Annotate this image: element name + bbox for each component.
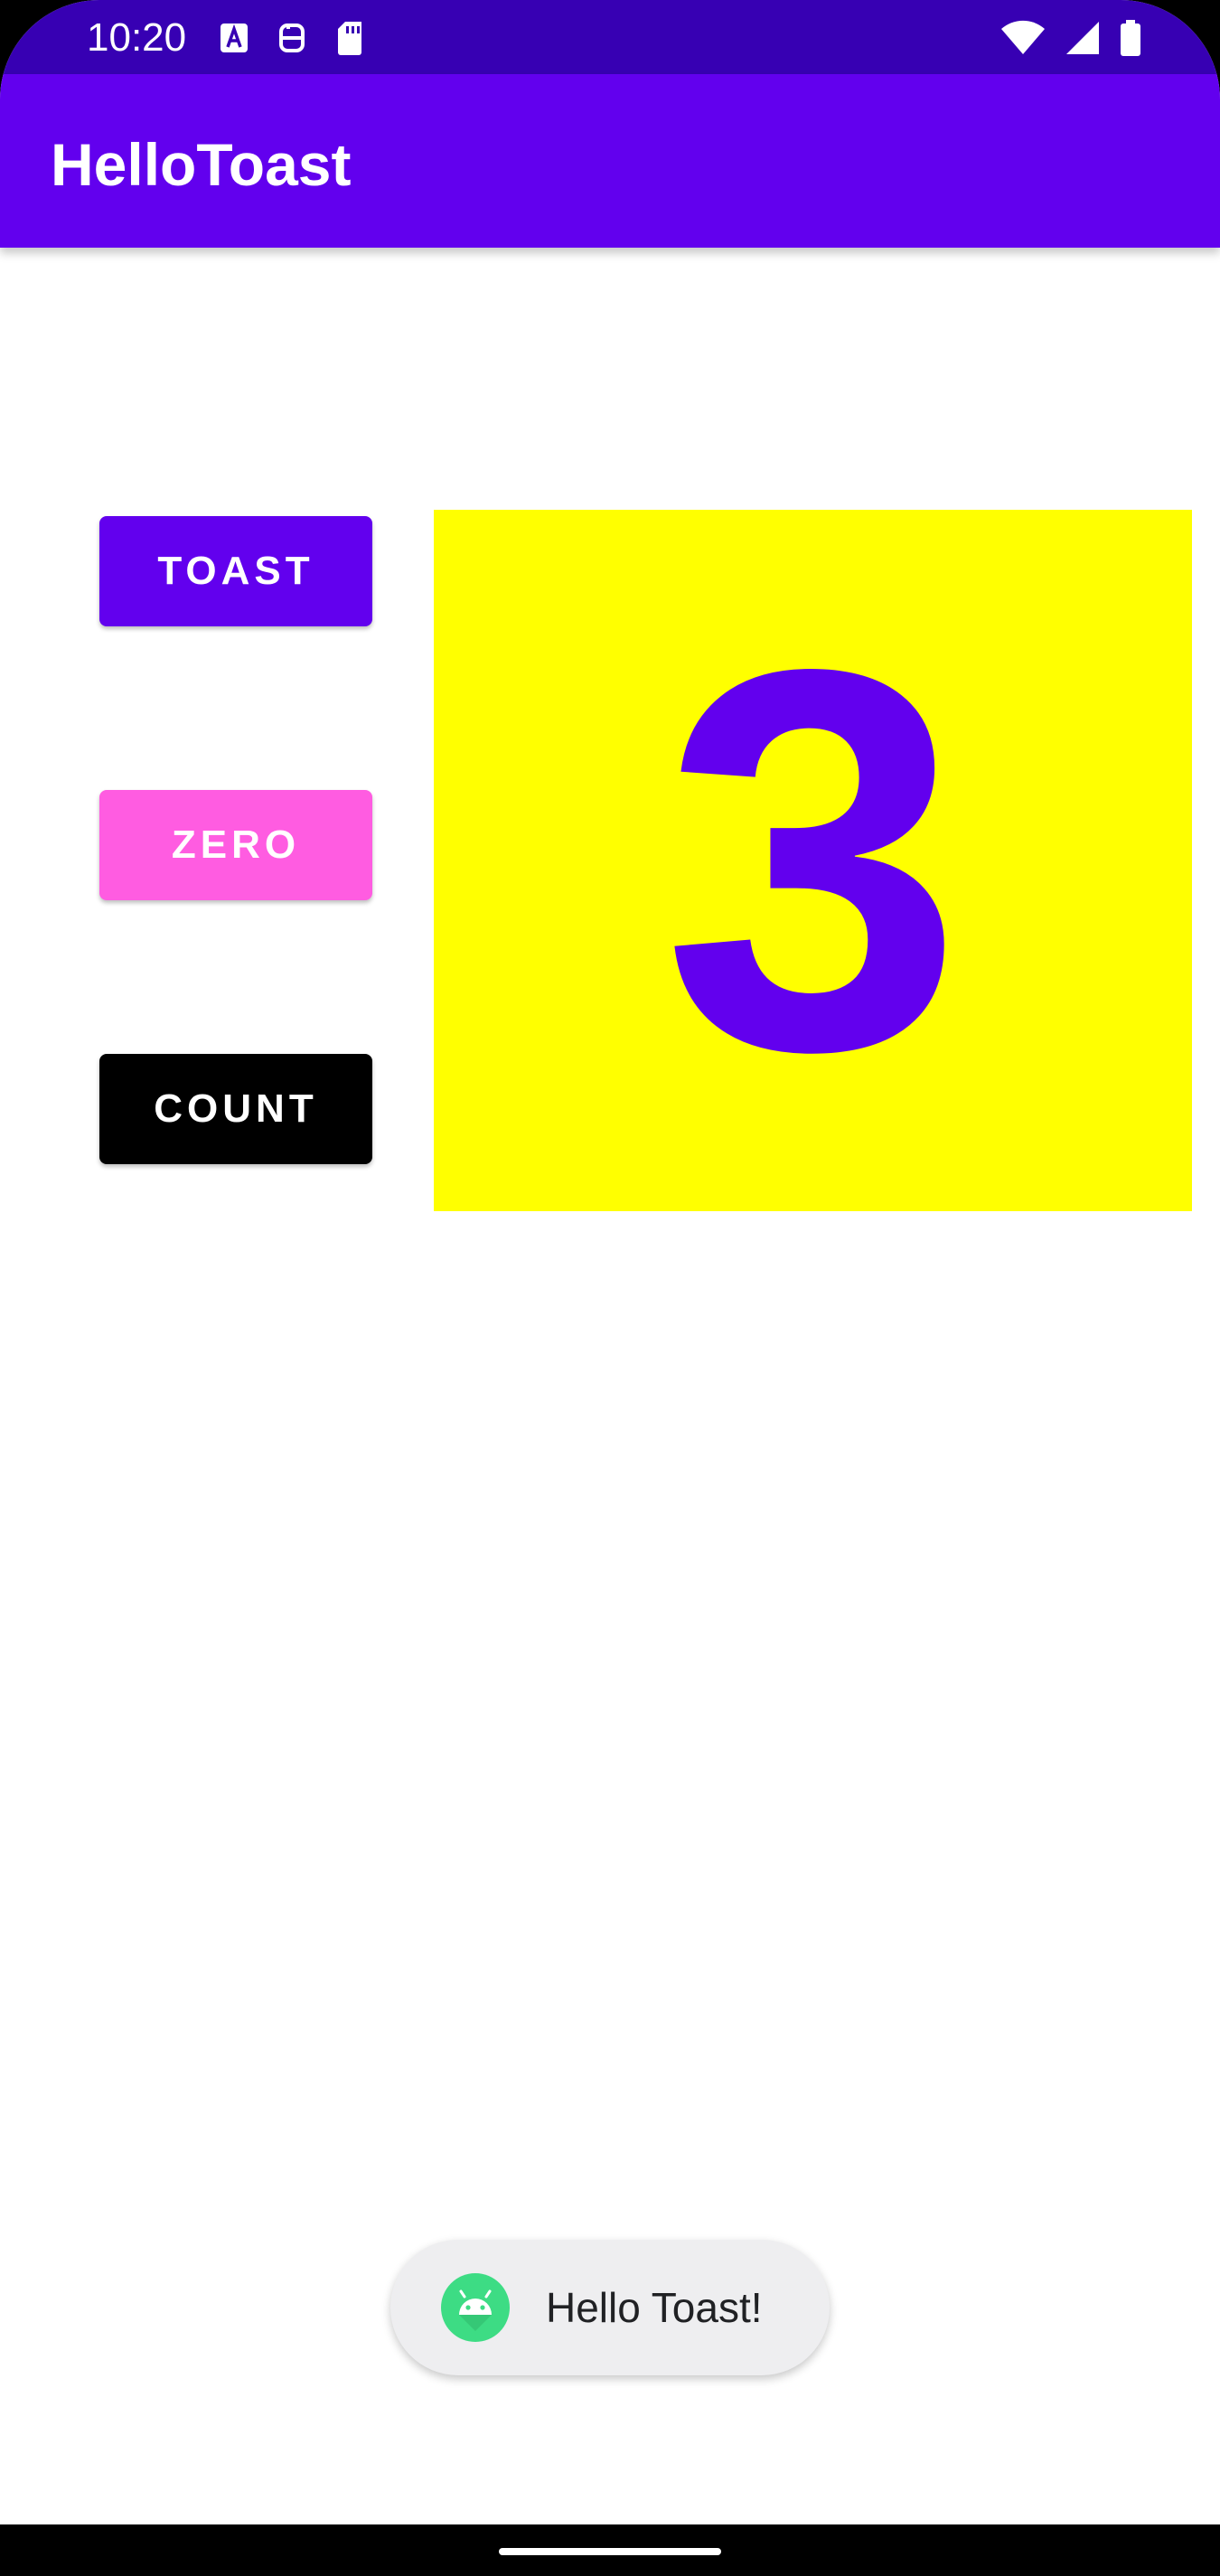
toast-popup: Hello Toast! — [390, 2240, 830, 2375]
status-time: 10:20 — [87, 15, 187, 60]
wifi-icon — [999, 18, 1046, 58]
sim-sync-icon — [277, 18, 307, 58]
toast-text: Hello Toast! — [546, 2284, 763, 2331]
accessibility-a-icon — [219, 18, 249, 58]
count-display: 3 — [434, 510, 1192, 1211]
zero-button[interactable]: ZERO — [99, 790, 372, 900]
sd-card-icon — [334, 18, 365, 58]
toast-button[interactable]: TOAST — [99, 516, 372, 626]
status-bar: 10:20 — [0, 0, 1220, 74]
app-title: HelloToast — [51, 131, 352, 198]
cell-signal-icon — [1063, 18, 1103, 58]
app-bar: HelloToast — [0, 74, 1220, 248]
battery-icon — [1119, 18, 1142, 58]
count-value: 3 — [662, 558, 964, 1163]
navigation-bar — [0, 2524, 1220, 2576]
notification-icons — [219, 18, 365, 58]
system-status-icons — [999, 18, 1142, 58]
count-button[interactable]: COUNT — [99, 1054, 372, 1164]
home-gesture-handle[interactable] — [499, 2548, 721, 2555]
android-icon — [441, 2273, 510, 2342]
phone-screen: 10:20 HelloToast TOAST ZERO COUNT 3 Hell… — [0, 0, 1220, 2576]
